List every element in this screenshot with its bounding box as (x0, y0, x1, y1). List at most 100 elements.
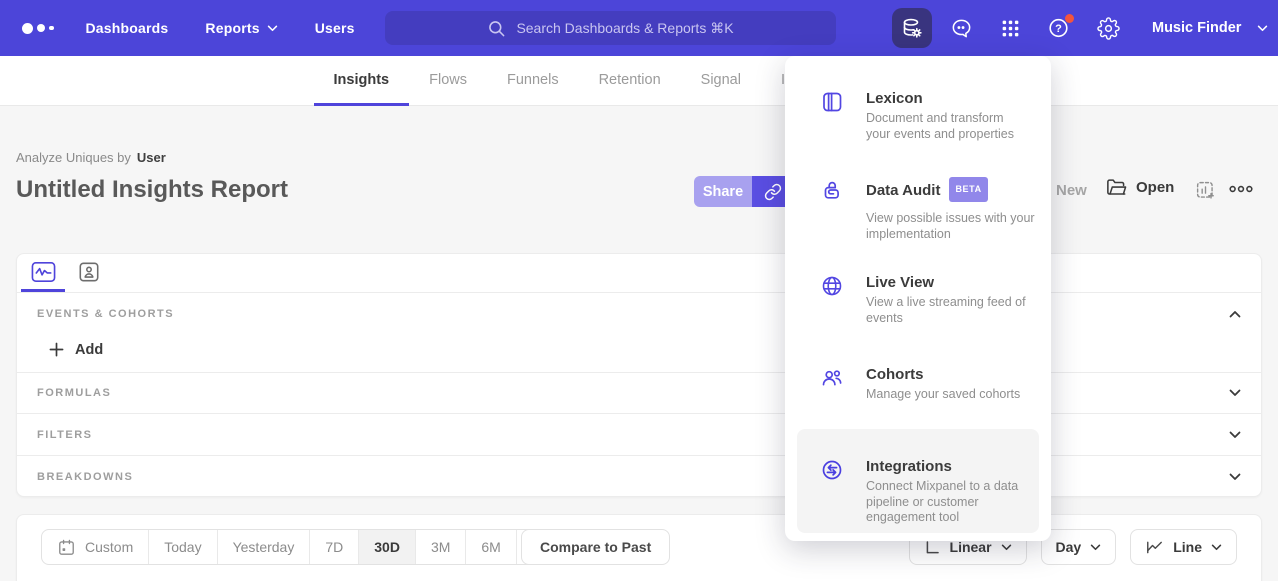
open-label: Open (1136, 179, 1174, 196)
feedback-bubble-icon (950, 17, 973, 40)
menu-item-description: View possible issues with your implement… (866, 211, 1042, 242)
data-management-button[interactable] (892, 8, 932, 48)
menu-item-cohorts[interactable]: Cohorts Manage your saved cohorts (820, 365, 1035, 403)
person-card-icon (78, 261, 100, 283)
calendar-icon (57, 538, 76, 557)
menu-item-title: Lexicon (866, 89, 1042, 108)
app-root: Dashboards Reports Users Search Dashboar… (0, 0, 1278, 581)
menu-item-title: Integrations (866, 457, 1042, 476)
date-range-control: Custom Today Yesterday 7D 30D 3M 6M 12M (41, 529, 575, 565)
section-events-cohorts[interactable]: EVENTS & COHORTS (17, 293, 1261, 327)
live-view-globe-icon (820, 274, 844, 303)
date-range-yesterday[interactable]: Yesterday (218, 530, 311, 564)
workspace-switcher[interactable]: Music Finder (1152, 0, 1268, 56)
beta-badge: BETA (949, 177, 987, 202)
nav-icon-group: ? (892, 0, 1128, 56)
metrics-tab[interactable] (21, 254, 65, 292)
more-options-icon (1228, 184, 1254, 194)
lexicon-icon (820, 90, 844, 119)
more-options-button[interactable] (1228, 184, 1254, 194)
menu-item-text: Cohorts Manage your saved cohorts (866, 365, 1042, 403)
plus-icon (49, 342, 64, 357)
chevron-down-icon[interactable] (1229, 431, 1241, 439)
section-label: FILTERS (37, 429, 93, 441)
chevron-down-icon[interactable] (1229, 389, 1241, 397)
menu-item-description: View a live streaming feed of events (866, 295, 1042, 326)
chevron-down-icon (1090, 544, 1101, 551)
date-range-custom[interactable]: Custom (42, 530, 149, 564)
menu-item-text: Live View View a live streaming feed of … (866, 273, 1042, 326)
share-button-group: Share (694, 176, 794, 207)
tab-signal[interactable]: Signal (681, 56, 761, 106)
apps-grid-icon (1000, 18, 1021, 39)
linear-scale-icon (924, 539, 941, 556)
date-range-7d[interactable]: 7D (310, 530, 359, 564)
svg-text:?: ? (1055, 23, 1062, 35)
menu-item-integrations[interactable]: Integrations Connect Mixpanel to a data … (797, 429, 1039, 533)
tab-insights[interactable]: Insights (314, 56, 410, 106)
report-tabs: Insights Flows Funnels Retention Signal … (0, 56, 1278, 106)
open-report-button[interactable]: Open (1106, 178, 1174, 197)
tab-flows[interactable]: Flows (409, 56, 487, 106)
mixpanel-logo-icon[interactable] (22, 23, 54, 34)
search-icon (487, 19, 506, 38)
menu-item-lexicon[interactable]: Lexicon Document and transform your even… (820, 89, 1035, 142)
share-button[interactable]: Share (694, 176, 752, 207)
breadcrumb-entity[interactable]: User (137, 150, 166, 165)
nav-reports[interactable]: Reports (205, 20, 277, 36)
section-label: EVENTS & COHORTS (37, 308, 174, 320)
chevron-down-icon (1211, 544, 1222, 551)
chevron-down-icon (1257, 25, 1268, 32)
date-range-6m[interactable]: 6M (466, 530, 516, 564)
chart-type-label: Line (1173, 539, 1202, 555)
integrations-icon (820, 458, 844, 487)
query-mode-tabs (17, 254, 1261, 293)
help-button[interactable]: ? (1039, 8, 1079, 48)
date-range-today[interactable]: Today (149, 530, 217, 564)
settings-button[interactable] (1088, 8, 1128, 48)
menu-item-data-audit[interactable]: Data Audit BETA View possible issues wit… (820, 178, 1035, 242)
nav-users[interactable]: Users (315, 20, 355, 36)
section-label: BREAKDOWNS (37, 471, 133, 483)
section-filters[interactable]: FILTERS (17, 414, 1261, 456)
link-icon (764, 183, 782, 201)
section-formulas[interactable]: FORMULAS (17, 373, 1261, 414)
new-report-button[interactable]: New (1056, 182, 1087, 199)
chevron-down-icon (1001, 544, 1012, 551)
menu-item-description: Manage your saved cohorts (866, 387, 1042, 403)
menu-item-live-view[interactable]: Live View View a live streaming feed of … (820, 273, 1035, 326)
top-nav-bar: Dashboards Reports Users Search Dashboar… (0, 0, 1278, 56)
date-range-3m[interactable]: 3M (416, 530, 466, 564)
search-input[interactable]: Search Dashboards & Reports ⌘K (385, 11, 836, 45)
chart-toolbar: Custom Today Yesterday 7D 30D 3M 6M 12M … (16, 514, 1262, 581)
data-audit-icon (820, 179, 844, 208)
settings-gear-icon (1097, 17, 1120, 40)
menu-item-description: Document and transform your events and p… (866, 111, 1042, 142)
tab-funnels[interactable]: Funnels (487, 56, 579, 106)
section-breakdowns[interactable]: BREAKDOWNS (17, 456, 1261, 498)
date-range-label: Custom (85, 539, 133, 555)
tab-retention[interactable]: Retention (579, 56, 681, 106)
chevron-up-icon[interactable] (1229, 310, 1241, 318)
chevron-down-icon[interactable] (1229, 473, 1241, 481)
nav-reports-label: Reports (205, 20, 259, 36)
apps-grid-button[interactable] (990, 8, 1030, 48)
profiles-tab[interactable] (67, 254, 111, 292)
nav-dashboards[interactable]: Dashboards (86, 20, 169, 36)
query-builder-panel: EVENTS & COHORTS Add FORMULAS FILTERS BR… (16, 253, 1262, 497)
pulse-chart-icon (31, 261, 56, 283)
interval-selector[interactable]: Day (1041, 529, 1117, 565)
compare-to-past-button[interactable]: Compare to Past (521, 529, 670, 565)
add-to-dashboard-button[interactable] (1195, 180, 1216, 201)
chart-type-selector[interactable]: Line (1130, 529, 1237, 565)
feedback-button[interactable] (941, 8, 981, 48)
events-add-row: Add (17, 327, 1261, 373)
breadcrumb-prefix: Analyze Uniques by (16, 150, 131, 165)
date-range-30d[interactable]: 30D (359, 530, 416, 564)
menu-item-title-text: Data Audit (866, 181, 940, 200)
menu-item-title: Live View (866, 273, 1042, 292)
primary-nav: Dashboards Reports Users (86, 20, 355, 36)
section-label: FORMULAS (37, 387, 111, 399)
workspace-label: Music Finder (1152, 20, 1241, 36)
add-event-button[interactable]: Add (49, 342, 103, 358)
